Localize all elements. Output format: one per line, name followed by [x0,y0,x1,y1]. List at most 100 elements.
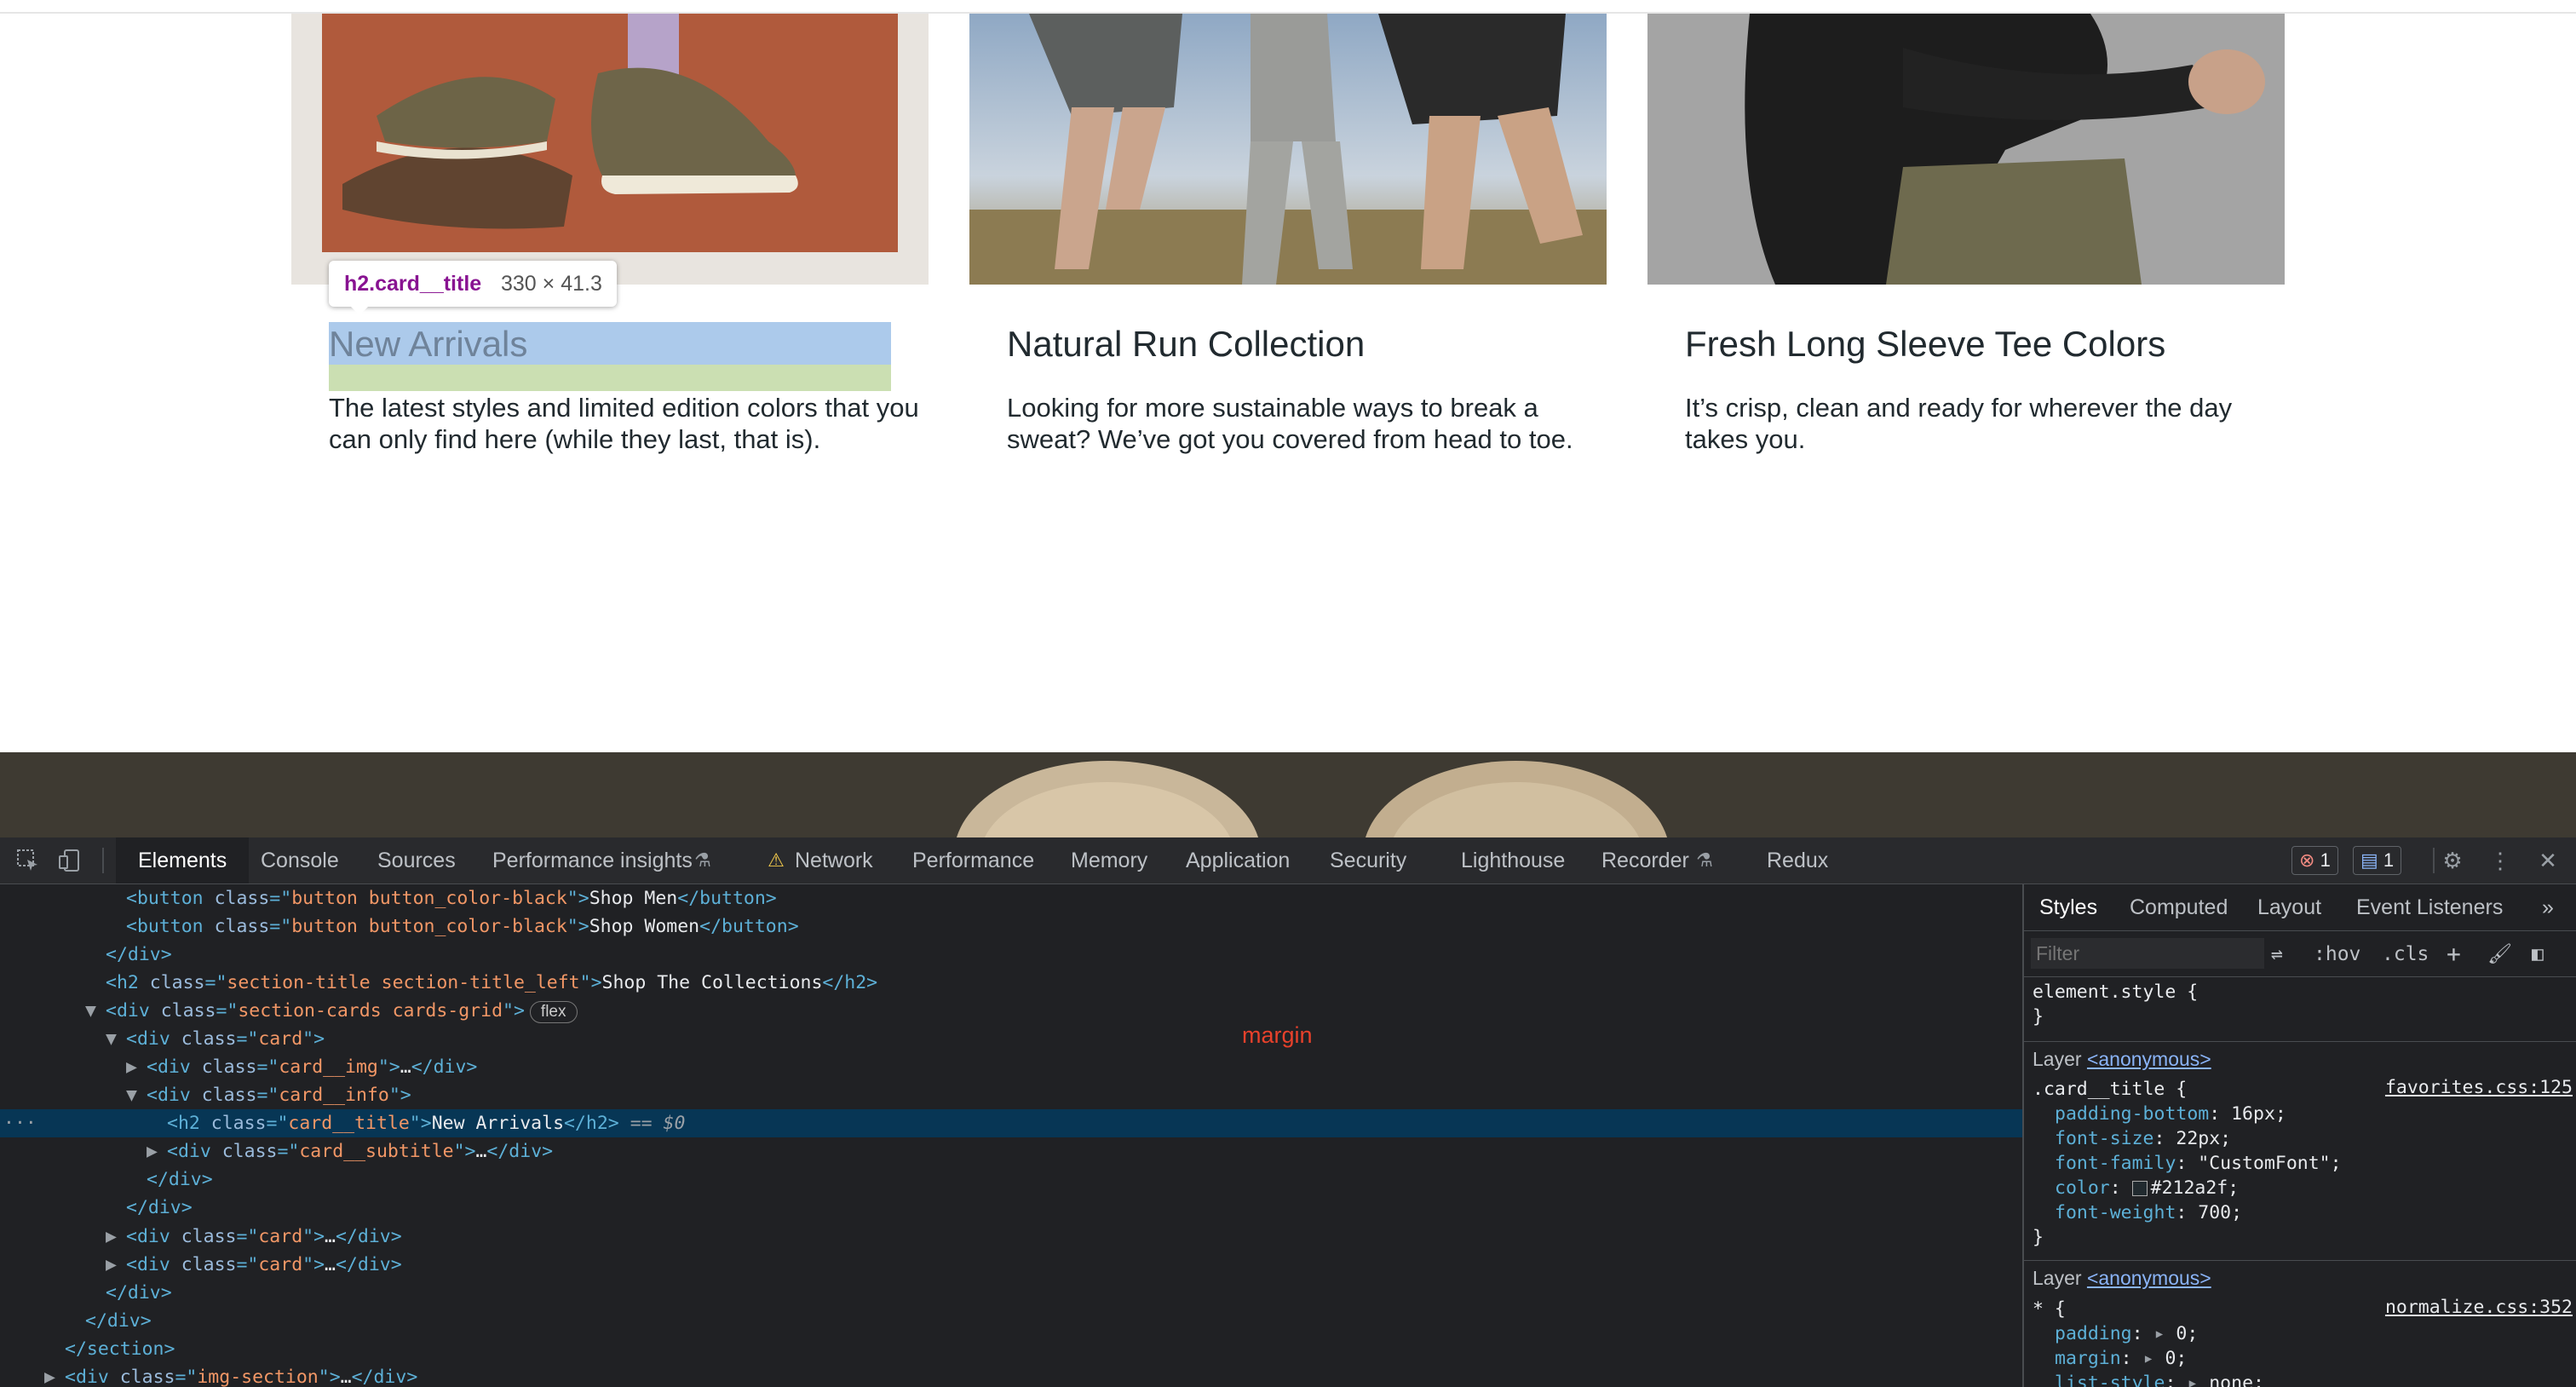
tab-redux[interactable]: Redux [1767,837,1828,883]
css-declaration[interactable]: font-size: 22px; [2055,1126,2231,1151]
webpage-viewport: New Arrivals The latest styles and limit… [0,0,2576,837]
add-rule-icon[interactable]: + [2447,940,2461,969]
hov-button[interactable]: :hov [2314,940,2360,969]
css-declaration[interactable]: margin: ▸ 0; [2055,1346,2187,1371]
layer-link[interactable]: <anonymous> [2087,1048,2211,1070]
device-toolbar-icon[interactable] [58,848,83,873]
css-declaration[interactable]: font-family: "CustomFont"; [2055,1151,2342,1176]
devtools-panel: Elements Console Sources Performance ins… [0,837,2576,1387]
layer-link[interactable]: <anonymous> [2087,1267,2211,1289]
paint-brush-icon[interactable]: 🖌 [2487,940,2512,969]
css-declaration[interactable]: padding: ▸ 0; [2055,1321,2198,1346]
collapse-triangle-icon[interactable]: ▶ [106,1223,126,1251]
rule-selector[interactable]: element.style { [2033,980,2198,1004]
rule-selector[interactable]: .card__title { [2033,1077,2187,1102]
tab-performance-insights[interactable]: Performance insights [492,837,693,883]
styles-filter-input[interactable] [2031,938,2264,969]
message-badge[interactable]: ▤ 1 [2353,846,2402,875]
long-sleeve-tee-photo[interactable] [1647,14,2285,285]
dom-node[interactable]: <button class="button button_color-black… [0,912,2022,941]
dom-node[interactable]: ▶ <div class="card__subtitle">…</div> [0,1137,2022,1165]
tab-sources[interactable]: Sources [377,837,456,883]
kebab-menu-icon[interactable]: ⋮ [2487,848,2513,873]
dom-node[interactable]: ▶ <div class="img-section">…</div> [0,1363,2022,1387]
dom-node[interactable]: <button class="button button_color-black… [0,884,2022,912]
warning-icon: ⚠ [768,849,785,871]
close-icon[interactable]: ✕ [2535,848,2561,873]
inspect-highlight-padding [329,365,891,391]
tab-computed[interactable]: Computed [2130,884,2228,930]
error-badge[interactable]: ⊗ 1 [2291,846,2338,875]
rule-selector[interactable]: * { [2033,1297,2066,1321]
tab-memory[interactable]: Memory [1071,837,1147,883]
dom-node[interactable]: ▼ <div class="card"> [0,1025,2022,1053]
collapse-triangle-icon[interactable]: ▶ [147,1137,167,1165]
dom-node[interactable]: ▼ <div class="section-cards cards-grid"> f… [0,997,2022,1025]
tab-security[interactable]: Security [1330,837,1406,883]
expand-triangle-icon[interactable]: ▼ [106,1025,126,1053]
sneakers-photo[interactable] [291,14,929,285]
expand-triangle-icon[interactable]: ▸ [2187,1373,2209,1387]
tab-performance[interactable]: Performance [912,837,1034,883]
css-declaration[interactable]: list-style: ▸ none; [2055,1371,2264,1387]
flex-badge[interactable]: flex [529,1001,578,1023]
toggle-renderings-icon[interactable]: ⇌ [2271,940,2283,969]
rule-source-link[interactable]: favorites.css:125 [2385,1077,2573,1098]
tab-application[interactable]: Application [1186,837,1290,883]
tab-lighthouse[interactable]: Lighthouse [1461,837,1565,883]
collapse-triangle-icon[interactable]: ▶ [44,1363,65,1387]
dom-node[interactable]: ▶ <div class="card">…</div> [0,1223,2022,1251]
layer-label: Layer [2033,1267,2082,1289]
error-count: 1 [2320,849,2331,871]
styles-filterbar: ⇌ :hov .cls + 🖌 ◧ [2024,931,2576,977]
tab-styles[interactable]: Styles [2024,884,2113,930]
dom-node[interactable]: <h2 class="section-title section-title_l… [0,969,2022,997]
dom-node-selected[interactable]: ··· <h2 class="card__title">New Arrivals<… [0,1109,2022,1137]
expand-triangle-icon[interactable]: ▼ [85,997,106,1025]
dom-node[interactable]: </section> [0,1335,2022,1363]
dom-node[interactable]: </div> [0,1165,2022,1194]
runners-photo[interactable] [969,14,1607,285]
tooltip-dimensions: 330 × 41.3 [501,272,602,296]
tab-event-listeners[interactable]: Event Listeners [2356,884,2503,930]
universal-rule: * { normalize.css:352 padding: ▸ 0; marg… [2024,1297,2576,1387]
tab-layout[interactable]: Layout [2257,884,2321,930]
card-title[interactable]: Fresh Long Sleeve Tee Colors [1685,324,2165,365]
dom-node[interactable]: </div> [0,941,2022,969]
card-title-rule: .card__title { favorites.css:125 padding… [2024,1077,2576,1248]
dom-node[interactable]: </div> [0,1307,2022,1335]
css-declaration[interactable]: padding-bottom: 16px; [2055,1102,2286,1126]
card-title[interactable]: Natural Run Collection [1007,324,1365,365]
color-swatch[interactable] [2131,1181,2148,1196]
tab-console[interactable]: Console [261,837,339,883]
css-declaration[interactable]: font-weight: 700; [2055,1200,2242,1225]
more-tabs-icon[interactable]: » [2542,884,2554,930]
card-title-overlay: New Arrivals [329,324,528,364]
toggle-sidebar-icon[interactable]: ◧ [2532,940,2544,969]
styles-pane: Styles Computed Layout Event Listeners »… [2022,884,2576,1387]
expand-triangle-icon[interactable]: ▼ [126,1081,147,1109]
tab-elements[interactable]: Elements [116,837,250,883]
dom-node[interactable]: </div> [0,1279,2022,1307]
collapse-triangle-icon[interactable]: ▶ [126,1053,147,1081]
rule-source-link[interactable]: normalize.css:352 [2385,1297,2573,1318]
expand-triangle-icon[interactable]: ▸ [2143,1348,2165,1369]
css-declaration[interactable]: color: #212a2f; [2055,1176,2239,1200]
gear-icon[interactable]: ⚙ [2440,848,2465,873]
dom-node[interactable]: ▶ <div class="card__img">…</div> [0,1053,2022,1081]
cls-button[interactable]: .cls [2382,940,2429,969]
tab-network[interactable]: Network [795,837,873,883]
layer-label: Layer [2033,1048,2082,1070]
expand-triangle-icon[interactable]: ▸ [2154,1323,2176,1344]
tooltip-selector: h2.card__title [344,272,482,296]
dom-node[interactable]: </div> [0,1194,2022,1222]
tab-recorder[interactable]: Recorder [1601,837,1689,883]
more-options-icon[interactable]: ··· [3,1109,37,1137]
collapse-triangle-icon[interactable]: ▶ [106,1251,126,1279]
flask-icon: ⚗ [694,849,711,871]
card-subtitle: It’s crisp, clean and ready for wherever… [1685,393,2233,454]
dom-node[interactable]: ▶ <div class="card">…</div> [0,1251,2022,1279]
dom-node[interactable]: ▼ <div class="card__info"> [0,1081,2022,1109]
inspect-element-icon[interactable] [15,848,41,873]
img-section-photo [0,752,2576,837]
